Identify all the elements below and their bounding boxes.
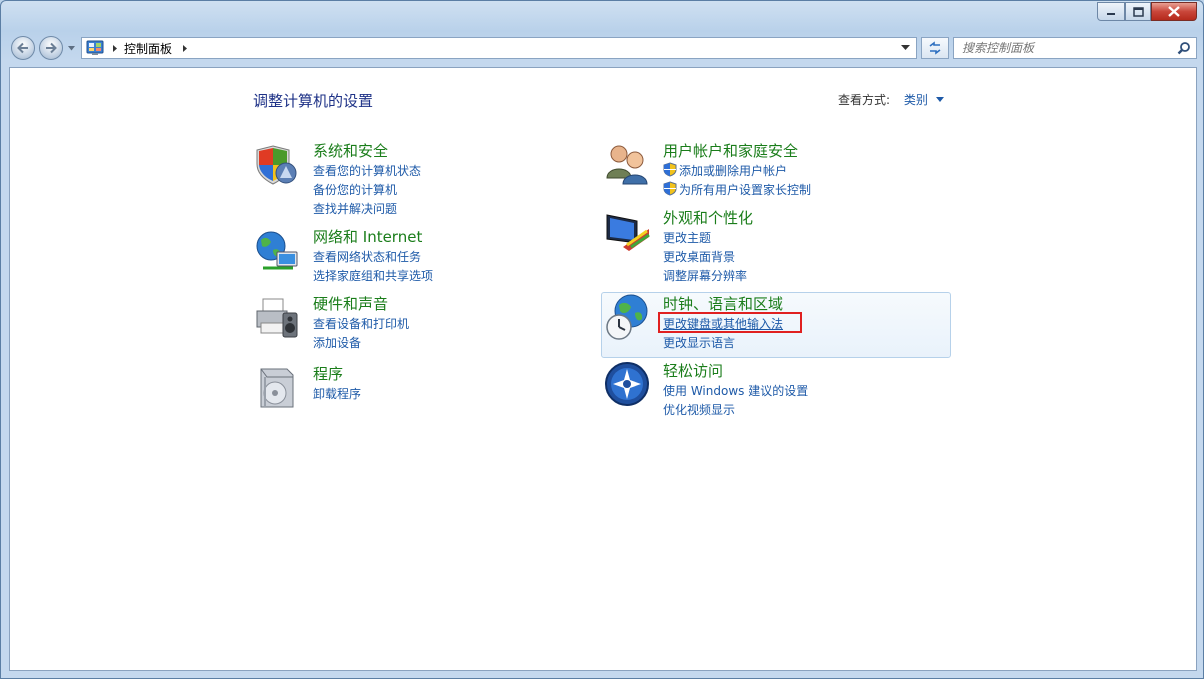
clock-globe-icon[interactable] (603, 293, 651, 341)
network-globe-icon[interactable] (253, 226, 301, 274)
refresh-button[interactable] (921, 37, 949, 59)
category-link[interactable]: 查找并解决问题 (313, 200, 421, 219)
category-link[interactable]: 添加或删除用户帐户 (663, 162, 811, 181)
annotation-highlight-box (658, 312, 802, 333)
printer-speaker-icon[interactable] (253, 293, 301, 341)
category-link[interactable]: 使用 Windows 建议的设置 (663, 382, 808, 401)
breadcrumb-control-panel[interactable]: 控制面板 (124, 40, 172, 57)
maximize-icon (1132, 6, 1144, 17)
back-arrow-icon (17, 42, 28, 54)
category-link[interactable]: 更改主题 (663, 229, 747, 248)
category-link[interactable]: 选择家庭组和共享选项 (313, 267, 433, 286)
category-link[interactable]: 备份您的计算机 (313, 181, 421, 200)
ease-of-access-icon[interactable] (603, 360, 651, 408)
category-title[interactable]: 外观和个性化 (663, 207, 753, 228)
address-bar[interactable]: 控制面板 (81, 37, 917, 59)
category-link[interactable]: 更改桌面背景 (663, 248, 747, 267)
appearance-monitor-icon[interactable] (603, 207, 651, 255)
category-link-label[interactable]: 添加或删除用户帐户 (679, 164, 787, 178)
forward-arrow-icon (46, 42, 57, 54)
breadcrumb-separator-icon[interactable] (112, 44, 118, 53)
control-panel-window: 控制面板 调整计算机的设置 查看方式: 类别 (0, 0, 1204, 679)
category-link[interactable]: 更改显示语言 (663, 334, 783, 353)
category-title[interactable]: 时钟、语言和区域 (663, 293, 783, 314)
minimize-icon (1107, 12, 1115, 15)
maximize-button[interactable] (1125, 2, 1151, 21)
back-button[interactable] (11, 36, 35, 60)
close-button[interactable] (1151, 2, 1197, 21)
view-by-dropdown[interactable]: 类别 (904, 93, 944, 107)
navigation-bar: 控制面板 (9, 34, 1197, 62)
view-by: 查看方式: 类别 (838, 91, 944, 108)
breadcrumb-separator-icon[interactable] (182, 44, 188, 53)
page-title: 调整计算机的设置 (253, 92, 374, 110)
category-title[interactable]: 网络和 Internet (313, 226, 422, 247)
address-history-dropdown-icon[interactable] (901, 45, 910, 51)
recent-pages-dropdown[interactable] (67, 45, 76, 52)
category-link[interactable]: 添加设备 (313, 334, 409, 353)
category-title[interactable]: 系统和安全 (313, 140, 388, 161)
forward-button[interactable] (39, 36, 63, 60)
category-title[interactable]: 硬件和声音 (313, 293, 388, 314)
content-pane: 调整计算机的设置 查看方式: 类别 系统和安全 查看您的计算机状态 备份您的计算… (9, 67, 1197, 671)
chevron-down-icon[interactable] (935, 97, 944, 102)
category-link[interactable]: 优化视频显示 (663, 401, 808, 420)
category-link[interactable]: 为所有用户设置家长控制 (663, 181, 811, 200)
close-icon (1168, 6, 1180, 17)
shield-icon[interactable] (253, 140, 301, 188)
search-box[interactable] (953, 37, 1197, 59)
view-by-label: 查看方式: (838, 93, 891, 107)
users-icon[interactable] (603, 140, 651, 188)
category-link-label[interactable]: 为所有用户设置家长控制 (679, 183, 811, 197)
category-link[interactable]: 查看您的计算机状态 (313, 162, 421, 181)
minimize-button[interactable] (1097, 2, 1125, 21)
category-link[interactable]: 调整屏幕分辨率 (663, 267, 747, 286)
view-by-value[interactable]: 类别 (904, 93, 928, 107)
category-link[interactable]: 卸载程序 (313, 385, 361, 404)
search-input[interactable] (960, 40, 1174, 56)
refresh-icon (929, 41, 941, 55)
control-panel-icon (86, 40, 104, 55)
category-link[interactable]: 查看网络状态和任务 (313, 248, 433, 267)
search-icon[interactable] (1177, 41, 1191, 55)
uac-shield-icon (663, 181, 677, 196)
programs-box-icon[interactable] (253, 363, 301, 411)
category-title[interactable]: 程序 (313, 363, 343, 384)
category-link[interactable]: 查看设备和打印机 (313, 315, 409, 334)
category-title[interactable]: 用户帐户和家庭安全 (663, 140, 798, 161)
window-controls (1097, 2, 1197, 21)
uac-shield-icon (663, 162, 677, 177)
category-title[interactable]: 轻松访问 (663, 360, 723, 381)
